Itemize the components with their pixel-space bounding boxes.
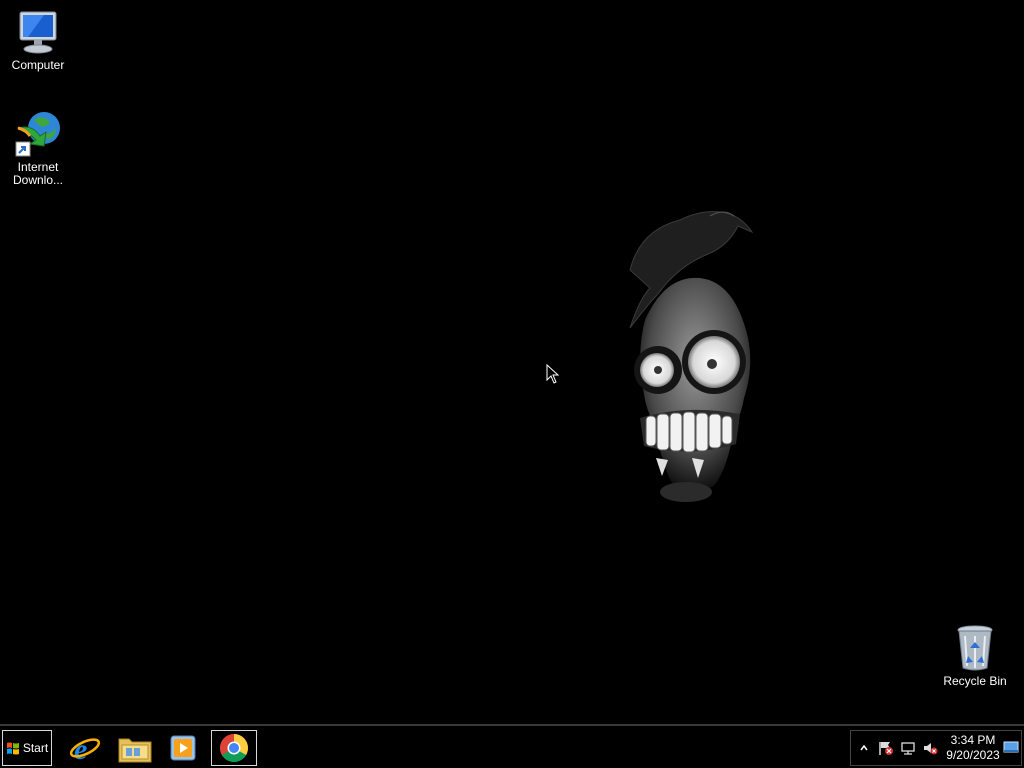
windows-logo-icon xyxy=(6,741,20,755)
taskbar: Start e 3:34 PM 9/20/2023 xyxy=(0,724,1024,768)
start-label: Start xyxy=(22,741,49,755)
svg-text:e: e xyxy=(74,733,87,764)
taskbar-media-player-button[interactable] xyxy=(160,730,206,766)
taskbar-windows-explorer-button[interactable] xyxy=(112,730,158,766)
network-icon[interactable] xyxy=(899,739,917,757)
internet-explorer-icon: e xyxy=(69,733,101,764)
action-center-icon[interactable] xyxy=(877,739,895,757)
taskbar-clock[interactable]: 3:34 PM 9/20/2023 xyxy=(943,733,1003,763)
volume-muted-icon[interactable] xyxy=(921,739,939,757)
desktop-icon-recycle-bin[interactable]: Recycle Bin xyxy=(937,624,1013,688)
computer-icon xyxy=(14,8,62,56)
folder-icon xyxy=(118,738,152,763)
taskbar-chrome-button[interactable] xyxy=(211,730,257,766)
wallpaper-skull-image xyxy=(590,200,780,510)
desktop[interactable]: Computer Internet Downlo... Recycle Bin xyxy=(0,0,1024,724)
mouse-cursor-icon xyxy=(546,363,560,384)
taskbar-internet-explorer-button[interactable]: e xyxy=(62,730,108,766)
desktop-icon-label: Computer xyxy=(11,58,65,72)
clock-time: 3:34 PM xyxy=(950,733,996,747)
desktop-icon-label: Recycle Bin xyxy=(943,674,1007,688)
show-hidden-icons-icon[interactable] xyxy=(855,739,873,757)
media-player-icon xyxy=(170,735,196,761)
show-desktop-icon[interactable] xyxy=(1003,739,1019,755)
desktop-icon-internet-download-manager[interactable]: Internet Downlo... xyxy=(0,110,76,187)
recycle-bin-icon xyxy=(951,624,999,672)
clock-date: 9/20/2023 xyxy=(946,748,1000,762)
internet-download-manager-icon xyxy=(14,110,62,158)
desktop-icon-computer[interactable]: Computer xyxy=(0,8,76,72)
start-button[interactable]: Start xyxy=(2,730,52,766)
system-tray: 3:34 PM 9/20/2023 xyxy=(850,730,1022,766)
desktop-icon-label: Internet Downlo... xyxy=(12,160,64,187)
chrome-icon xyxy=(220,734,248,762)
